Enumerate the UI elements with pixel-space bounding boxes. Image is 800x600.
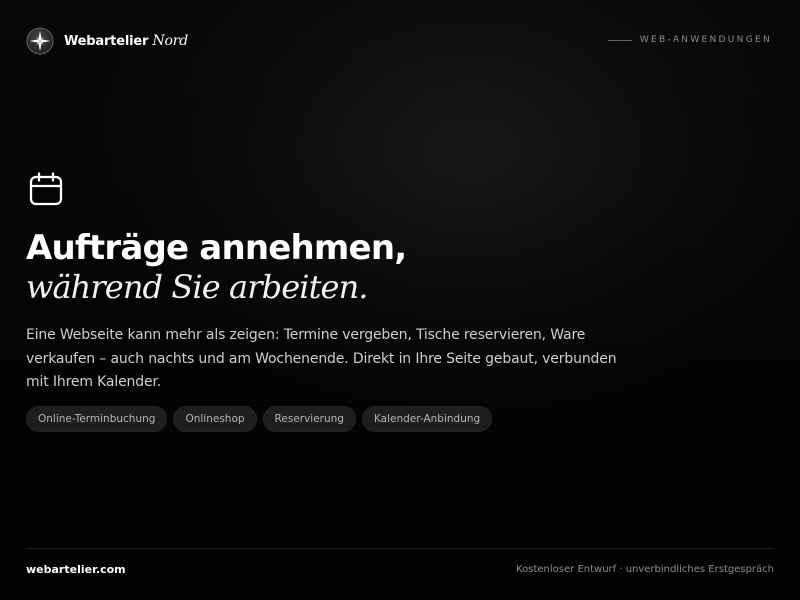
feature-chip: Onlineshop [173,406,257,432]
headline-line-2: während Sie arbeiten. [26,268,368,306]
headline-line-1: Aufträge annehmen, [26,228,407,268]
section-tag: WEB-ANWENDUNGEN [607,35,772,45]
feature-chip: Reservierung [262,406,356,432]
section-tag-label: WEB-ANWENDUNGEN [639,35,772,45]
feature-chip: Online-Terminbuchung [26,406,168,432]
brand-accent-text: Nord [152,33,189,49]
hero-headline: Aufträge annehmen, während Sie arbeiten. [26,228,407,306]
brand-name: Webartelier Nord [64,33,188,49]
feature-chip: Kalender-Anbindung [361,406,493,432]
tag-divider-line [607,39,632,41]
compass-star-icon [26,27,54,55]
footer-divider [26,548,774,549]
calendar-icon [29,172,63,206]
brand-link[interactable]: Webartelier Nord [26,27,188,55]
footer-website-link[interactable]: webartelier.com [26,563,126,576]
page: Webartelier Nord WEB-ANWENDUNGEN Aufträg… [0,0,800,600]
hero-description: Eine Webseite kann mehr als zeigen: Term… [26,327,617,390]
footer-note: Kostenloser Entwurf · unverbindliches Er… [516,564,774,575]
brand-name-text: Webartelier [64,34,149,49]
feature-chip-list: Online-Terminbuchung Onlineshop Reservie… [26,406,493,432]
